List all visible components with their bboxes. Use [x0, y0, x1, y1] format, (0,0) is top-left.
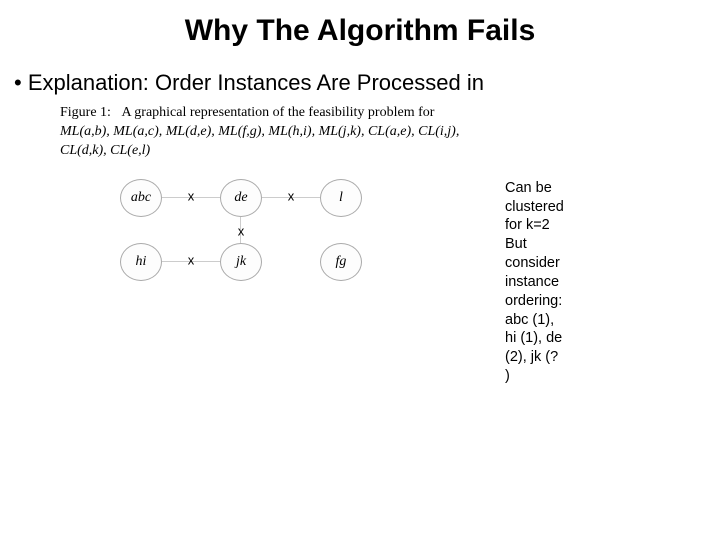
node-jk: jk — [220, 243, 262, 281]
node-label: jk — [236, 254, 246, 270]
figure-area: Figure 1: A graphical representation of … — [60, 104, 660, 299]
note-line-2: But consider instance ordering: — [505, 235, 564, 310]
xmark-abc-de: x — [188, 188, 195, 203]
caption-lead: Figure 1: — [60, 105, 111, 120]
node-label: fg — [336, 254, 347, 270]
node-label: de — [234, 190, 247, 206]
node-label: hi — [136, 254, 147, 270]
bullet-line: • Explanation: Order Instances Are Proce… — [0, 48, 720, 96]
bullet-marker: • — [14, 70, 28, 95]
node-de: de — [220, 179, 262, 217]
node-abc: abc — [120, 179, 162, 217]
figure-caption: Figure 1: A graphical representation of … — [60, 104, 480, 161]
caption-body: A graphical representation of the feasib… — [121, 105, 434, 120]
xmark-de-l: x — [288, 188, 295, 203]
bullet-text: Explanation: Order Instances Are Process… — [28, 70, 484, 95]
node-hi: hi — [120, 243, 162, 281]
side-note: Can be clustered for k=2 But consider in… — [505, 179, 564, 386]
caption-constraints: ML(a,b), ML(a,c), ML(d,e), ML(f,g), ML(h… — [60, 124, 459, 158]
xmark-de-jk: x — [238, 223, 245, 238]
constraint-graph: x x x x abc de l hi jk fg Can be cluster… — [120, 179, 420, 299]
xmark-hi-jk: x — [188, 252, 195, 267]
note-line-1: Can be clustered for k=2 — [505, 179, 564, 236]
node-label: l — [339, 190, 343, 206]
node-fg: fg — [320, 243, 362, 281]
node-label: abc — [131, 190, 151, 206]
note-line-3: abc (1), hi (1), de (2), jk (? ) — [505, 311, 564, 386]
node-l: l — [320, 179, 362, 217]
slide-title: Why The Algorithm Fails — [0, 0, 720, 48]
